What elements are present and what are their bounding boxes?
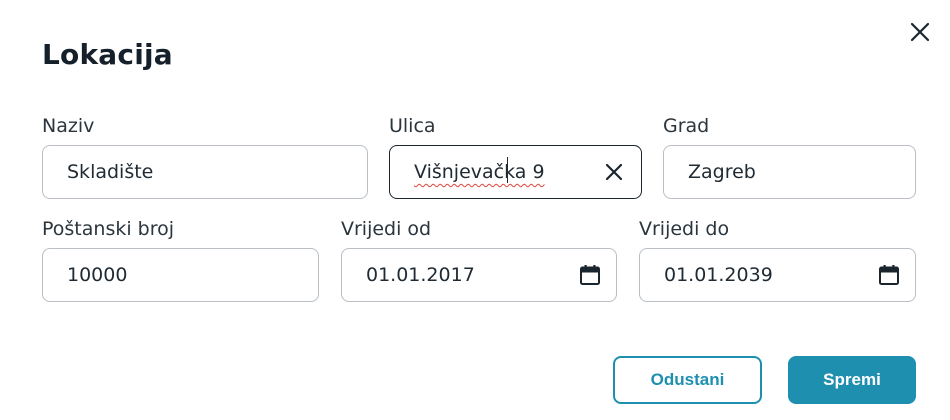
vrijedi-od-field: Vrijedi od 01.01.2017 bbox=[341, 218, 617, 302]
vrijedi-do-value: 01.01.2039 bbox=[664, 264, 773, 286]
postanski-broj-input[interactable]: 10000 bbox=[42, 248, 319, 302]
ulica-input[interactable]: Višnjevačka 9 bbox=[389, 145, 642, 199]
grad-input[interactable]: Zagreb bbox=[663, 145, 916, 199]
naziv-value: Skladište bbox=[67, 161, 154, 183]
clear-icon[interactable] bbox=[603, 161, 625, 183]
naziv-label: Naziv bbox=[42, 115, 95, 137]
calendar-icon[interactable] bbox=[578, 263, 602, 287]
grad-field: Grad Zagreb bbox=[663, 115, 916, 199]
calendar-icon[interactable] bbox=[877, 263, 901, 287]
vrijedi-od-label: Vrijedi od bbox=[341, 218, 432, 240]
vrijedi-do-field: Vrijedi do 01.01.2039 bbox=[639, 218, 916, 302]
ulica-field: Ulica Višnjevačka 9 bbox=[389, 115, 642, 199]
close-icon bbox=[910, 22, 930, 42]
text-caret bbox=[507, 157, 508, 183]
postanski-broj-label: Poštanski broj bbox=[42, 218, 175, 240]
vrijedi-do-label: Vrijedi do bbox=[639, 218, 730, 240]
save-button[interactable]: Spremi bbox=[788, 356, 916, 404]
vrijedi-do-input[interactable]: 01.01.2039 bbox=[639, 248, 916, 302]
postanski-broj-field: Poštanski broj 10000 bbox=[42, 218, 319, 302]
location-dialog: Lokacija Naziv Skladište Ulica Višnjevač… bbox=[0, 0, 950, 420]
dialog-title: Lokacija bbox=[42, 38, 173, 71]
ulica-label: Ulica bbox=[389, 115, 436, 137]
naziv-field: Naziv Skladište bbox=[42, 115, 368, 199]
vrijedi-od-value: 01.01.2017 bbox=[366, 264, 475, 286]
postanski-broj-value: 10000 bbox=[67, 264, 128, 286]
cancel-button[interactable]: Odustani bbox=[613, 356, 762, 404]
grad-label: Grad bbox=[663, 115, 710, 137]
close-button[interactable] bbox=[906, 18, 934, 46]
vrijedi-od-input[interactable]: 01.01.2017 bbox=[341, 248, 617, 302]
ulica-value: Višnjevačka 9 bbox=[414, 161, 545, 183]
grad-value: Zagreb bbox=[688, 161, 756, 183]
naziv-input[interactable]: Skladište bbox=[42, 145, 368, 199]
